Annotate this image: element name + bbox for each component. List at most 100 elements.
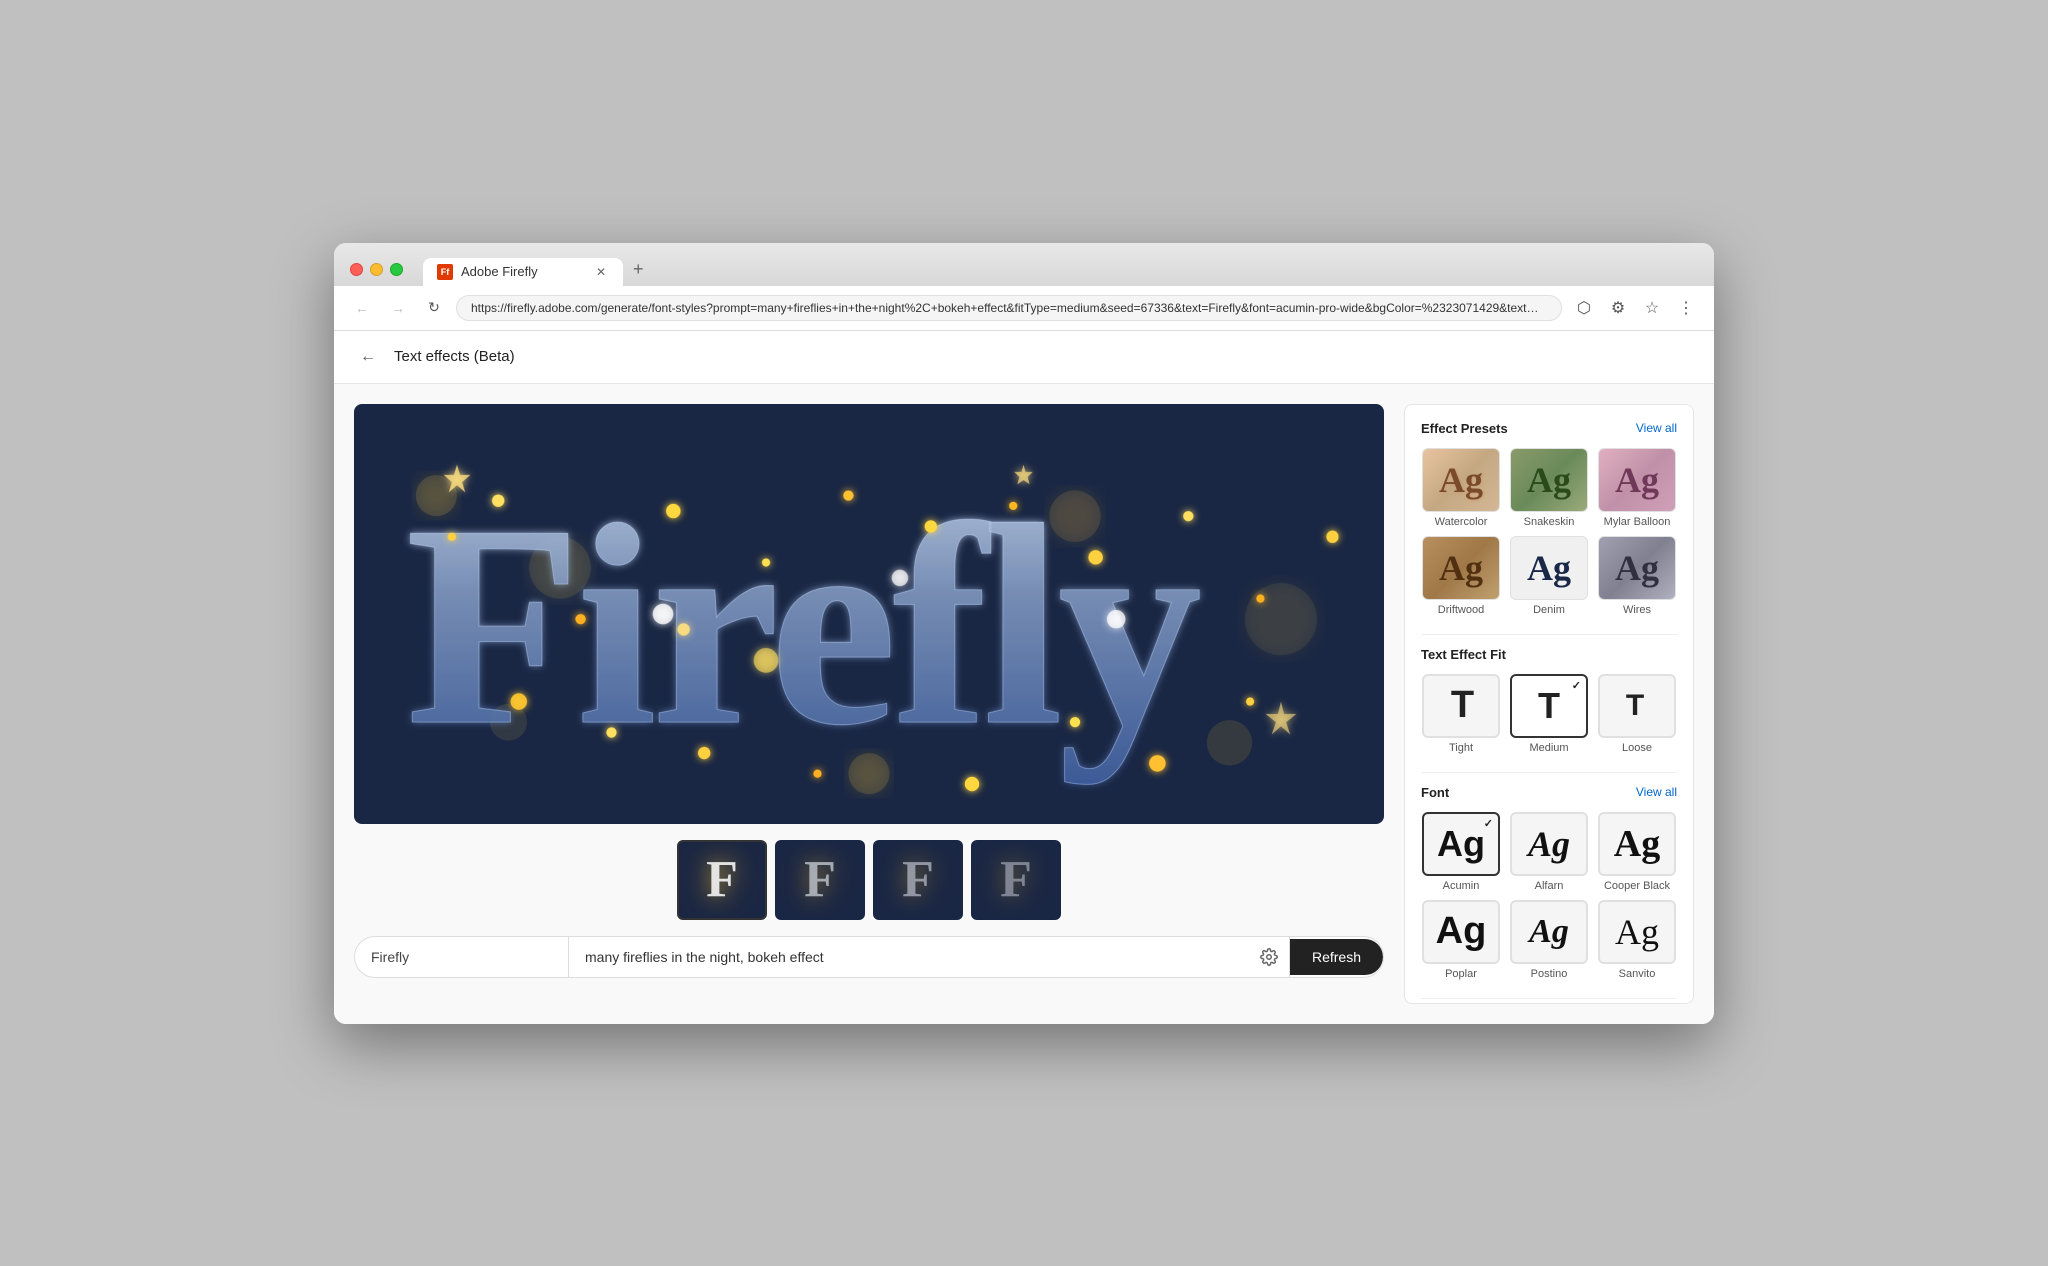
- thumbnail-2[interactable]: F: [775, 840, 865, 920]
- divider-1: [1421, 634, 1677, 635]
- font-label-sanvito: Sanvito: [1619, 968, 1656, 980]
- presets-grid: Ag Watercolor Ag Snakeskin Ag: [1421, 448, 1677, 616]
- preview-canvas: Firefly Firefly: [354, 404, 1384, 824]
- thumbnails-row: F F F F: [354, 840, 1384, 920]
- app-content: ← Text effects (Beta): [334, 331, 1714, 1024]
- title-bar: Ff Adobe Firefly ✕ +: [334, 243, 1714, 286]
- font-thumb-postino: Ag: [1510, 900, 1588, 964]
- traffic-lights: [350, 263, 403, 276]
- address-bar: ← → ↻ https://firefly.adobe.com/generate…: [334, 286, 1714, 331]
- browser-window: Ff Adobe Firefly ✕ + ← → ↻ https://firef…: [334, 243, 1714, 1024]
- fit-medium[interactable]: ✓ T Medium: [1509, 674, 1589, 754]
- refresh-button[interactable]: Refresh: [1290, 939, 1383, 975]
- preset-denim[interactable]: Ag Denim: [1509, 536, 1589, 616]
- main-area: Firefly Firefly: [334, 384, 1714, 1024]
- svg-text:Firefly: Firefly: [406, 466, 1203, 785]
- divider-3: [1421, 998, 1677, 999]
- extensions-icon[interactable]: ⚙: [1604, 294, 1632, 322]
- profile-icon[interactable]: ⬡: [1570, 294, 1598, 322]
- browser-tab-active[interactable]: Ff Adobe Firefly ✕: [423, 258, 623, 286]
- forward-button[interactable]: →: [384, 294, 412, 322]
- main-preview: Firefly Firefly: [354, 404, 1384, 824]
- more-menu-icon[interactable]: ⋮: [1672, 294, 1700, 322]
- preset-thumb-watercolor: Ag: [1422, 448, 1500, 512]
- minimize-window-button[interactable]: [370, 263, 383, 276]
- preset-driftwood[interactable]: Ag Driftwood: [1421, 536, 1501, 616]
- font-section: Font View all ✓ Ag Acumin: [1421, 785, 1677, 980]
- fit-tight[interactable]: T Tight: [1421, 674, 1501, 754]
- font-section-title: Font: [1421, 785, 1449, 800]
- font-acumin[interactable]: ✓ Ag Acumin: [1421, 812, 1501, 892]
- toolbar-icons: ⬡ ⚙ ☆ ⋮: [1570, 294, 1700, 322]
- preset-thumb-denim: Ag: [1510, 536, 1588, 600]
- effect-presets-header: Effect Presets View all: [1421, 421, 1677, 436]
- bookmark-icon[interactable]: ☆: [1638, 294, 1666, 322]
- font-view-all[interactable]: View all: [1636, 785, 1677, 799]
- text-effect-fit-section: Text Effect Fit T Tight: [1421, 647, 1677, 754]
- fit-options: T Tight ✓ T Medium: [1421, 674, 1677, 754]
- app-header: ← Text effects (Beta): [334, 331, 1714, 384]
- reload-button[interactable]: ↻: [420, 294, 448, 322]
- preset-thumb-wires: Ag: [1598, 536, 1676, 600]
- text-input-field[interactable]: [355, 937, 569, 977]
- preset-label-snakeskin: Snakeskin: [1524, 516, 1575, 528]
- thumbnail-4[interactable]: F: [971, 840, 1061, 920]
- preset-thumb-driftwood: Ag: [1422, 536, 1500, 600]
- thumbnail-3[interactable]: F: [873, 840, 963, 920]
- font-sanvito[interactable]: Ag Sanvito: [1597, 900, 1677, 980]
- font-poplar[interactable]: Ag Poplar: [1421, 900, 1501, 980]
- preset-mylar[interactable]: Ag Mylar Balloon: [1597, 448, 1677, 528]
- font-thumb-acumin: ✓ Ag: [1422, 812, 1500, 876]
- tab-favicon: Ff: [437, 264, 453, 280]
- preset-label-wires: Wires: [1623, 604, 1651, 616]
- fit-label-tight: Tight: [1449, 742, 1473, 754]
- fit-label-medium: Medium: [1529, 742, 1568, 754]
- new-tab-button[interactable]: +: [623, 253, 654, 286]
- text-effect-fit-title: Text Effect Fit: [1421, 647, 1506, 662]
- preset-wires[interactable]: Ag Wires: [1597, 536, 1677, 616]
- fit-loose[interactable]: T Loose: [1597, 674, 1677, 754]
- preset-snakeskin[interactable]: Ag Snakeskin: [1509, 448, 1589, 528]
- font-cooper[interactable]: Ag Cooper Black: [1597, 812, 1677, 892]
- tab-close-button[interactable]: ✕: [593, 264, 609, 280]
- right-panel: Effect Presets View all Ag Watercolor: [1404, 404, 1694, 1004]
- canvas-area: Firefly Firefly: [354, 404, 1384, 1004]
- font-thumb-sanvito: Ag: [1598, 900, 1676, 964]
- url-bar[interactable]: https://firefly.adobe.com/generate/font-…: [456, 295, 1562, 321]
- preset-label-denim: Denim: [1533, 604, 1565, 616]
- preset-thumb-mylar: Ag: [1598, 448, 1676, 512]
- preset-watercolor[interactable]: Ag Watercolor: [1421, 448, 1501, 528]
- back-button[interactable]: ←: [348, 294, 376, 322]
- font-label-postino: Postino: [1531, 968, 1568, 980]
- font-alfarn[interactable]: Ag Alfarn: [1509, 812, 1589, 892]
- tab-bar: Ff Adobe Firefly ✕ +: [423, 253, 1698, 286]
- font-label-poplar: Poplar: [1445, 968, 1477, 980]
- thumbnail-1[interactable]: F: [677, 840, 767, 920]
- font-thumb-cooper: Ag: [1598, 812, 1676, 876]
- font-postino[interactable]: Ag Postino: [1509, 900, 1589, 980]
- fit-medium-checkmark: ✓: [1572, 679, 1581, 692]
- effect-presets-title: Effect Presets: [1421, 421, 1508, 436]
- preset-label-driftwood: Driftwood: [1438, 604, 1484, 616]
- font-label-acumin: Acumin: [1443, 880, 1480, 892]
- settings-icon[interactable]: [1250, 937, 1290, 977]
- preset-label-mylar: Mylar Balloon: [1604, 516, 1671, 528]
- maximize-window-button[interactable]: [390, 263, 403, 276]
- prompt-input-field[interactable]: [569, 937, 1250, 977]
- close-window-button[interactable]: [350, 263, 363, 276]
- fit-thumb-medium: ✓ T: [1510, 674, 1588, 738]
- text-effect-fit-header: Text Effect Fit: [1421, 647, 1677, 662]
- font-thumb-poplar: Ag: [1422, 900, 1500, 964]
- app-back-button[interactable]: ←: [354, 343, 382, 371]
- fit-label-loose: Loose: [1622, 742, 1652, 754]
- font-grid: ✓ Ag Acumin Ag Alfarn: [1421, 812, 1677, 980]
- page-title: Text effects (Beta): [394, 348, 515, 365]
- divider-2: [1421, 772, 1677, 773]
- font-thumb-alfarn: Ag: [1510, 812, 1588, 876]
- preset-label-watercolor: Watercolor: [1435, 516, 1488, 528]
- font-acumin-checkmark: ✓: [1484, 817, 1493, 830]
- preset-thumb-snakeskin: Ag: [1510, 448, 1588, 512]
- effect-presets-view-all[interactable]: View all: [1636, 421, 1677, 435]
- font-label-alfarn: Alfarn: [1535, 880, 1564, 892]
- prompt-bar: Refresh: [354, 936, 1384, 978]
